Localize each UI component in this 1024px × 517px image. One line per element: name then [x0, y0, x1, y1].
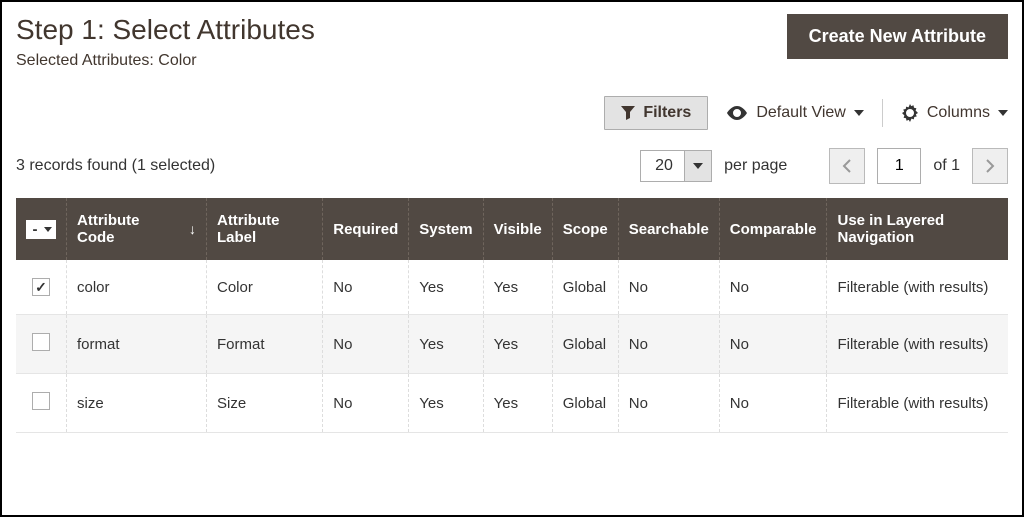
chevron-down-icon — [998, 110, 1008, 116]
cell-layered-nav: Filterable (with results) — [827, 260, 1008, 315]
column-header-attribute-label[interactable]: Attribute Label — [206, 198, 322, 260]
cell-attribute-code: size — [67, 374, 207, 433]
cell-visible: Yes — [483, 315, 552, 374]
cell-required: No — [323, 374, 409, 433]
chevron-down-icon — [854, 110, 864, 116]
per-page-dropdown-button[interactable] — [684, 150, 712, 182]
table-row[interactable]: sizeSizeNoYesYesGlobalNoNoFilterable (wi… — [16, 374, 1008, 433]
cell-attribute-label: Color — [206, 260, 322, 315]
eye-icon — [726, 106, 748, 120]
column-header-attribute-code[interactable]: Attribute Code ↓ — [67, 198, 207, 260]
default-view-dropdown[interactable]: Default View — [726, 104, 864, 122]
cell-system: Yes — [409, 260, 483, 315]
prev-page-button[interactable] — [829, 148, 865, 184]
columns-label: Columns — [927, 104, 990, 122]
attributes-grid: - Attribute Code ↓ Attribute Label Requi… — [16, 198, 1008, 433]
chevron-right-icon — [985, 159, 995, 173]
column-header-layered-nav[interactable]: Use in Layered Navigation — [827, 198, 1008, 260]
per-page-value: 20 — [640, 150, 684, 182]
column-header-scope[interactable]: Scope — [552, 198, 618, 260]
table-row[interactable]: colorColorNoYesYesGlobalNoNoFilterable (… — [16, 260, 1008, 315]
cell-attribute-code: color — [67, 260, 207, 315]
default-view-label: Default View — [756, 104, 846, 122]
cell-searchable: No — [618, 374, 719, 433]
cell-attribute-code: format — [67, 315, 207, 374]
filters-button[interactable]: Filters — [604, 96, 708, 130]
chevron-left-icon — [842, 159, 852, 173]
cell-attribute-label: Format — [206, 315, 322, 374]
row-checkbox[interactable] — [32, 392, 50, 410]
cell-comparable: No — [719, 315, 827, 374]
column-header-searchable[interactable]: Searchable — [618, 198, 719, 260]
cell-comparable: No — [719, 260, 827, 315]
create-new-attribute-button[interactable]: Create New Attribute — [787, 14, 1008, 59]
columns-dropdown[interactable]: Columns — [901, 104, 1008, 122]
gear-icon — [901, 104, 919, 122]
cell-scope: Global — [552, 260, 618, 315]
cell-layered-nav: Filterable (with results) — [827, 374, 1008, 433]
filters-label: Filters — [643, 104, 691, 122]
sort-descending-icon: ↓ — [189, 221, 196, 237]
page-title: Step 1: Select Attributes — [16, 14, 315, 46]
indeterminate-icon: - — [28, 221, 42, 238]
selected-attributes-subtitle: Selected Attributes: Color — [16, 52, 315, 70]
column-header-required[interactable]: Required — [323, 198, 409, 260]
cell-required: No — [323, 315, 409, 374]
column-header-comparable[interactable]: Comparable — [719, 198, 827, 260]
cell-comparable: No — [719, 374, 827, 433]
page-total-label: of 1 — [933, 157, 960, 175]
cell-required: No — [323, 260, 409, 315]
page-number-input[interactable] — [877, 148, 921, 184]
column-label: Attribute Code — [77, 212, 171, 246]
next-page-button[interactable] — [972, 148, 1008, 184]
column-header-checkbox[interactable]: - — [16, 198, 67, 260]
toolbar-divider — [882, 99, 883, 127]
cell-visible: Yes — [483, 260, 552, 315]
per-page-select[interactable]: 20 — [640, 150, 712, 182]
row-checkbox[interactable] — [32, 278, 50, 296]
chevron-down-icon — [42, 227, 54, 232]
cell-attribute-label: Size — [206, 374, 322, 433]
cell-system: Yes — [409, 374, 483, 433]
column-header-system[interactable]: System — [409, 198, 483, 260]
table-row[interactable]: formatFormatNoYesYesGlobalNoNoFilterable… — [16, 315, 1008, 374]
chevron-down-icon — [693, 163, 703, 169]
cell-layered-nav: Filterable (with results) — [827, 315, 1008, 374]
cell-scope: Global — [552, 315, 618, 374]
records-summary: 3 records found (1 selected) — [16, 157, 215, 175]
cell-visible: Yes — [483, 374, 552, 433]
funnel-icon — [621, 106, 635, 120]
cell-searchable: No — [618, 315, 719, 374]
cell-searchable: No — [618, 260, 719, 315]
cell-system: Yes — [409, 315, 483, 374]
per-page-label: per page — [724, 157, 787, 175]
column-header-visible[interactable]: Visible — [483, 198, 552, 260]
row-checkbox[interactable] — [32, 333, 50, 351]
cell-scope: Global — [552, 374, 618, 433]
